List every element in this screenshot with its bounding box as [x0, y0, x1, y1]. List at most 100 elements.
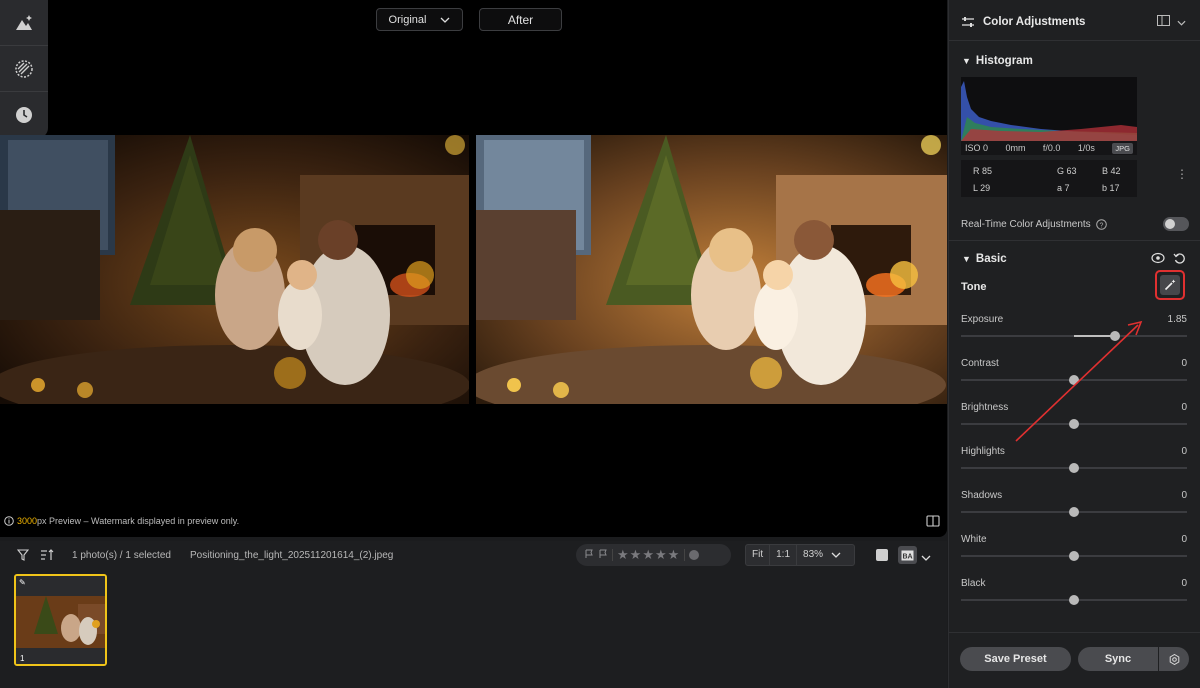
photo-count: 1 photo(s) / 1 selected — [72, 550, 171, 561]
more-options-button[interactable]: ⋮ — [1176, 168, 1188, 180]
help-icon[interactable]: ? — [1095, 218, 1107, 230]
chevron-down-icon — [831, 552, 841, 558]
slider-label: Black — [961, 578, 986, 589]
slider-knob[interactable] — [1069, 463, 1079, 473]
reset-icon — [1173, 253, 1185, 264]
exif-format-badge: JPG — [1112, 142, 1133, 154]
svg-text:?: ? — [1099, 222, 1103, 229]
before-photo — [0, 135, 469, 404]
info-icon — [4, 516, 14, 526]
panel-layout-button[interactable] — [1157, 15, 1170, 29]
eye-icon — [1151, 252, 1165, 264]
exif-iso: ISO 0 — [965, 143, 989, 153]
basic-header[interactable]: ▼ Basic — [949, 250, 1200, 268]
sync-settings-button[interactable] — [1159, 647, 1189, 671]
slider-knob[interactable] — [1069, 595, 1079, 605]
star-icon[interactable]: ★ — [630, 547, 643, 562]
zoom-select[interactable]: 83% — [797, 545, 847, 565]
slider-value[interactable]: 0 — [1181, 490, 1187, 501]
slider-knob[interactable] — [1069, 551, 1079, 561]
slider-label: White — [961, 534, 987, 545]
single-view-button[interactable] — [876, 549, 888, 561]
flag-reject-button[interactable] — [598, 549, 608, 562]
color-a: a 7 — [1057, 183, 1070, 193]
color-readout: R 85 G 63 B 42 L 29 a 7 b 17 — [961, 160, 1137, 197]
magic-wand-icon — [1164, 279, 1176, 291]
zoom-controls: Fit 1:1 83% — [745, 544, 855, 566]
slider-value[interactable]: 0 — [1181, 446, 1187, 457]
sliders-icon — [962, 17, 974, 27]
reset-button[interactable] — [1173, 252, 1186, 268]
color-b: B 42 — [1102, 166, 1121, 176]
color-l: L 29 — [973, 183, 991, 193]
exif-focal: 0mm — [1005, 143, 1026, 153]
filter-button[interactable] — [16, 549, 30, 564]
slider-label: Contrast — [961, 358, 999, 369]
slider-black[interactable]: Black 0 — [961, 578, 1189, 608]
slider-knob[interactable] — [1069, 507, 1079, 517]
collapse-triangle-icon: ▼ — [962, 254, 971, 264]
file-name: Positioning_the_light_202511201614_(2).j… — [190, 550, 394, 561]
divider — [949, 40, 1200, 41]
thumb-index: 1 — [20, 654, 25, 663]
visibility-button[interactable] — [1151, 252, 1165, 267]
flag-outline-icon — [599, 549, 607, 558]
zoom-fit-button[interactable]: Fit — [746, 545, 771, 565]
slider-label: Exposure — [961, 314, 1004, 325]
chevron-down-icon — [440, 17, 450, 23]
star-icon[interactable]: ★ — [642, 547, 655, 562]
filmstrip: 1 photo(s) / 1 selected Positioning_the_… — [0, 541, 947, 688]
slider-label: Highlights — [961, 446, 1005, 457]
before-after-view-button[interactable]: BA — [898, 546, 917, 564]
histogram-chart — [961, 77, 1137, 141]
realtime-label: Real-Time Color Adjustments — [961, 218, 1091, 230]
exif-shutter: 1/0s — [1077, 143, 1095, 153]
history-tool-button[interactable] — [0, 92, 48, 138]
after-button[interactable]: After — [479, 8, 562, 31]
flag-rating-bar: ★★★★★ — [576, 544, 731, 566]
star-icon[interactable]: ★ — [655, 547, 668, 562]
star-rating[interactable]: ★★★★★ — [617, 547, 680, 563]
color-label-button[interactable] — [689, 550, 700, 560]
star-icon[interactable]: ★ — [668, 547, 681, 562]
slider-value[interactable]: 0 — [1181, 578, 1187, 589]
gear-icon — [1169, 653, 1179, 665]
mountain-sparkle-icon — [16, 14, 32, 30]
ai-mountain-tool-button[interactable] — [0, 0, 48, 46]
compare-mode-label: Original — [388, 13, 427, 26]
color-r: R 85 — [973, 166, 993, 176]
auto-tone-button[interactable] — [1155, 270, 1185, 300]
slider-highlights[interactable]: Highlights 0 — [961, 446, 1189, 476]
histogram-header[interactable]: ▼ Histogram — [949, 52, 1200, 70]
preview-note: 3000px Preview – Watermark displayed in … — [4, 516, 239, 526]
sync-button[interactable]: Sync — [1078, 647, 1158, 671]
slider-label: Brightness — [961, 402, 1009, 413]
texture-tool-button[interactable] — [0, 46, 48, 92]
flag-pick-button[interactable] — [584, 549, 594, 562]
slider-shadows[interactable]: Shadows 0 — [961, 490, 1189, 520]
panel-header: Color Adjustments — [949, 12, 1200, 32]
save-preset-button[interactable]: Save Preset — [960, 647, 1071, 671]
star-icon[interactable]: ★ — [617, 547, 630, 562]
edit-pencil-icon: ✎ — [19, 578, 26, 587]
slider-value[interactable]: 0 — [1181, 358, 1187, 369]
exif-aperture: f/0.0 — [1042, 143, 1061, 153]
sort-icon — [41, 549, 54, 560]
realtime-toggle[interactable] — [1163, 217, 1189, 231]
book-open-icon — [926, 515, 940, 527]
slider-value[interactable]: 1.85 — [1168, 314, 1187, 325]
slider-white[interactable]: White 0 — [961, 534, 1189, 564]
photo-thumbnail[interactable]: ✎ 1 — [14, 574, 107, 666]
zoom-value: 83% — [803, 549, 824, 560]
slider-value[interactable]: 0 — [1181, 534, 1187, 545]
compare-mode-select[interactable]: Original — [376, 8, 463, 31]
chevron-down-icon — [921, 555, 931, 561]
split-view-button[interactable] — [926, 515, 940, 530]
panel-options-dropdown[interactable] — [1177, 17, 1186, 29]
sort-button[interactable] — [40, 549, 54, 564]
slider-value[interactable]: 0 — [1181, 402, 1187, 413]
zoom-1to1-button[interactable]: 1:1 — [770, 545, 798, 565]
basic-title: Basic — [975, 253, 1007, 265]
preview-size: 3000 — [17, 516, 38, 526]
view-mode-dropdown[interactable] — [921, 552, 931, 564]
